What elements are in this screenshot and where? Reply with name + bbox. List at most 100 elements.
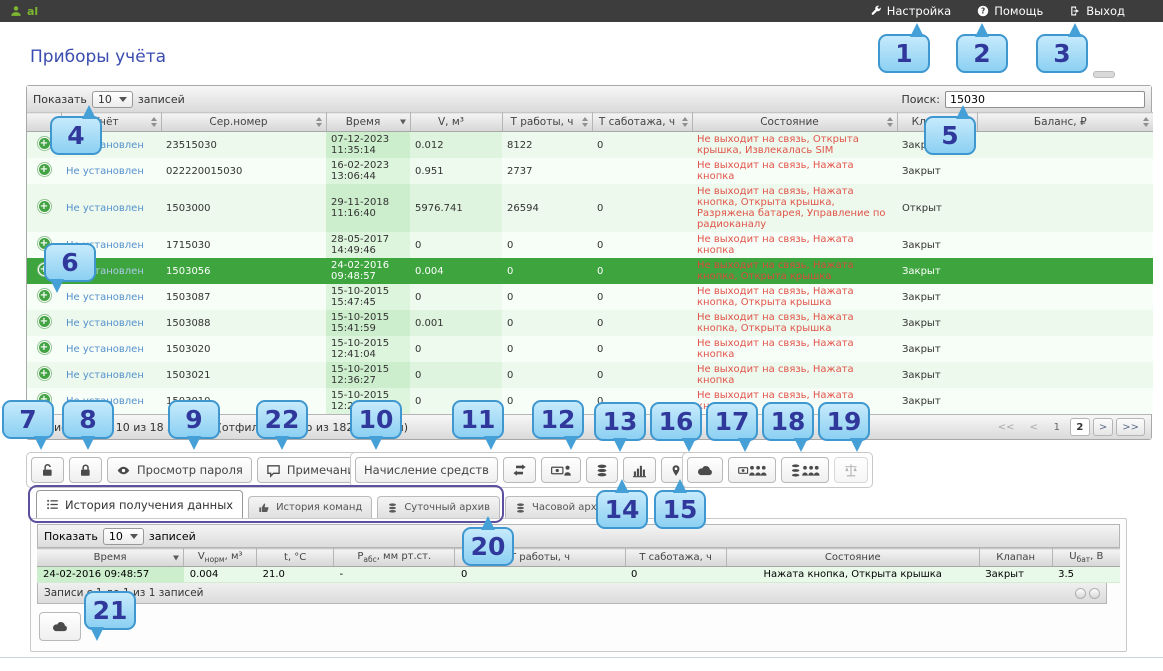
callout-15: 15 xyxy=(654,490,706,529)
column-header-v[interactable]: V, м³ xyxy=(410,113,502,132)
sort-asc-icon xyxy=(682,117,688,121)
history-next-button[interactable] xyxy=(1089,588,1100,599)
account-link[interactable]: Не установлен xyxy=(66,166,144,177)
account-link[interactable]: Не установлен xyxy=(66,318,144,329)
cell-balance xyxy=(977,310,1153,336)
expand-row-icon[interactable] xyxy=(38,341,51,354)
state-text: Не выходит на связь, Нажата кнопка xyxy=(697,160,854,182)
current-user[interactable]: al xyxy=(10,5,38,18)
callout-19: 19 xyxy=(818,402,870,441)
cell-valve: Закрыт xyxy=(897,388,977,414)
page-prev-button[interactable]: < xyxy=(1023,418,1043,436)
cell-sabotage-hours: 0 xyxy=(592,132,692,159)
cell-valve: Закрыт xyxy=(897,258,977,284)
table-row[interactable]: Не установлен150308815-10-201515:41:590.… xyxy=(27,310,1153,336)
page-1-button[interactable]: 1 xyxy=(1047,418,1067,436)
cell-expand xyxy=(27,184,61,232)
history-column-header-2[interactable]: t, °C xyxy=(257,549,334,567)
column-label: Клапан xyxy=(996,552,1035,563)
time-clock: 11:16:40 xyxy=(331,208,405,219)
wrench-icon xyxy=(870,5,882,17)
export-button[interactable] xyxy=(687,457,723,483)
accrual-group-button[interactable] xyxy=(728,457,776,483)
lock-button[interactable] xyxy=(69,457,102,483)
table-row[interactable]: Не установлен171503028-05-201714:49:4600… xyxy=(27,232,1153,258)
cell-serial: 1503088 xyxy=(161,310,326,336)
transfer-button[interactable] xyxy=(503,457,536,483)
column-header-balance[interactable]: Баланс, ₽ xyxy=(977,113,1153,132)
column-header-time[interactable]: Время xyxy=(326,113,410,132)
page-size-select[interactable]: 10 xyxy=(92,91,133,108)
cell-account: Не установлен xyxy=(61,310,161,336)
history-column-header-6[interactable]: Состояние xyxy=(726,549,979,567)
tab-command-history[interactable]: История команд xyxy=(248,496,372,518)
time-clock: 12:41:04 xyxy=(331,349,405,360)
balance-button[interactable] xyxy=(834,457,868,483)
table-row[interactable]: Не установлен150302015-10-201512:41:0400… xyxy=(27,336,1153,362)
table-row[interactable]: Не установлен2351503007-12-202311:35:140… xyxy=(27,132,1153,159)
table-row[interactable]: Не установлен150308715-10-201515:47:4500… xyxy=(27,284,1153,310)
history-row[interactable]: 24-02-2016 09:48:570.00421.0-00Нажата кн… xyxy=(37,567,1120,583)
sort-desc-icon xyxy=(316,123,322,127)
history-column-header-8[interactable]: Uбат, В xyxy=(1052,549,1120,567)
page-first-button[interactable]: << xyxy=(992,418,1021,436)
menu-settings[interactable]: Настройка xyxy=(870,4,952,18)
page: al Настройка ? Помощь Выход Приборы учёт… xyxy=(0,0,1163,671)
archive-group-button[interactable] xyxy=(781,457,829,483)
history-prev-button[interactable] xyxy=(1075,588,1086,599)
state-text: Не выходит на связь, Открыта крышка, Изв… xyxy=(697,134,859,156)
history-export-button[interactable] xyxy=(39,612,81,641)
column-header-t_work[interactable]: Т работы, ч xyxy=(502,113,592,132)
history-column-header-1[interactable]: Vнорм, м³ xyxy=(184,549,257,567)
state-text: Не выходит на связь, Нажата кнопка xyxy=(697,364,854,386)
account-link[interactable]: Не установлен xyxy=(66,344,144,355)
column-header-state[interactable]: Состояние xyxy=(692,113,897,132)
expand-row-icon[interactable] xyxy=(38,289,51,302)
expand-row-icon[interactable] xyxy=(38,315,51,328)
history-pager xyxy=(1075,588,1100,599)
state-text: Не выходит на связь, Нажата кнопка, Откр… xyxy=(697,260,854,282)
callout-tail xyxy=(81,436,95,450)
menu-logout[interactable]: Выход xyxy=(1069,4,1125,18)
history-column-header-5[interactable]: Т саботажа, ч xyxy=(625,549,726,567)
page-next-button[interactable]: > xyxy=(1093,418,1113,436)
page-size-value: 10 xyxy=(98,93,112,106)
expand-row-icon[interactable] xyxy=(38,367,51,380)
column-header-serial[interactable]: Сер.номер xyxy=(161,113,326,132)
account-link[interactable]: Не установлен xyxy=(66,203,144,214)
history-column-header-7[interactable]: Клапан xyxy=(979,549,1052,567)
history-show-label: Показать xyxy=(44,530,98,543)
history-footer: Записи с 1 до 1 из 1 записей xyxy=(37,583,1107,604)
expand-row-icon[interactable] xyxy=(38,200,51,213)
table-row[interactable]: Не установлен02222001503016-02-202313:06… xyxy=(27,158,1153,184)
view-password-button[interactable]: Просмотр пароля xyxy=(107,457,252,483)
page-2-button[interactable]: 2 xyxy=(1070,418,1090,436)
menu-help[interactable]: ? Помощь xyxy=(977,4,1043,18)
time-clock: 15:47:45 xyxy=(331,297,405,308)
table-row[interactable]: Не установлен150300029-11-201811:16:4059… xyxy=(27,184,1153,232)
tab-daily-archive[interactable]: Суточный архив xyxy=(377,496,500,518)
time-clock: 13:06:44 xyxy=(331,171,405,182)
history-page-size-select[interactable]: 10 xyxy=(103,528,144,545)
money-person-button[interactable] xyxy=(541,457,581,483)
page-last-button[interactable]: >> xyxy=(1116,418,1145,436)
history-column-header-3[interactable]: Pабс, мм рт.ст. xyxy=(334,549,455,567)
cell-volume: 0.951 xyxy=(410,158,502,184)
tab-data-history[interactable]: История получения данных xyxy=(36,490,243,518)
unlock-button[interactable] xyxy=(31,457,64,483)
accrual-button[interactable]: Начисление средств xyxy=(355,457,498,483)
expand-row-icon[interactable] xyxy=(38,163,51,176)
search-input[interactable] xyxy=(945,91,1145,108)
account-link[interactable]: Не установлен xyxy=(66,292,144,303)
database-button[interactable] xyxy=(586,457,618,483)
table-row[interactable]: Не установлен150305624-02-201609:48:570.… xyxy=(27,258,1153,284)
table-row[interactable]: Не установлен150302115-10-201512:36:2700… xyxy=(27,362,1153,388)
history-controls: Показать 10 записей xyxy=(37,524,1120,548)
column-header-t_sab[interactable]: Т саботажа, ч xyxy=(592,113,692,132)
state-text: Не выходит на связь, Нажата кнопка, Откр… xyxy=(697,286,854,308)
callout-13: 13 xyxy=(594,402,646,441)
history-column-header-0[interactable]: Время xyxy=(37,549,184,567)
callout-12: 12 xyxy=(532,400,584,439)
account-link[interactable]: Не установлен xyxy=(66,370,144,381)
expand-row-icon[interactable] xyxy=(38,137,51,150)
